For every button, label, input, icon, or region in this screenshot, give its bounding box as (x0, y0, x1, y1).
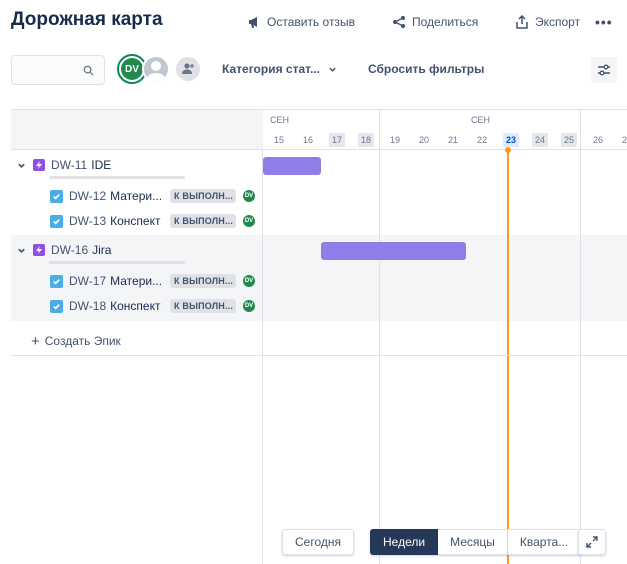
share-label: Поделиться (412, 15, 479, 29)
search-icon (83, 65, 94, 76)
issue-key[interactable]: DW-18 (69, 299, 106, 313)
feedback-button[interactable]: Оставить отзыв (247, 12, 355, 32)
person-icon (146, 61, 166, 81)
task-checkbox-icon (50, 214, 63, 228)
status-badge[interactable]: К ВЫПОЛН... (170, 189, 236, 203)
sliders-icon (598, 64, 610, 76)
export-button[interactable]: Экспорт (515, 12, 580, 32)
assignee-avatar[interactable]: DV (243, 215, 255, 227)
filter-toolbar: DV Категория стат... Сбросить фильтры (0, 50, 627, 90)
issue-summary: Конспект (110, 214, 161, 228)
issue-summary: Jira (92, 243, 112, 257)
megaphone-icon (249, 17, 257, 28)
epic-row[interactable]: DW-11 IDE (11, 156, 263, 174)
weeks-view-button[interactable]: Недели (370, 529, 439, 555)
chevron-down-icon (329, 67, 336, 72)
month-label: СЕН (471, 115, 491, 125)
search-box (11, 55, 105, 85)
months-view-button[interactable]: Месяцы (438, 529, 508, 555)
task-checkbox-icon (50, 274, 63, 288)
day-label: 18 (358, 133, 374, 147)
chevron-down-icon[interactable] (14, 246, 28, 255)
issue-list-panel: DW-11 IDE DW-12 Матери... К ВЫПОЛН... DV… (11, 110, 263, 564)
today-button[interactable]: Сегодня (282, 529, 354, 555)
issue-summary: Матери... (110, 274, 163, 288)
assignee-avatar[interactable]: DV (243, 300, 255, 312)
share-icon (393, 16, 405, 28)
feedback-label: Оставить отзыв (267, 15, 355, 29)
reset-filters-button[interactable]: Сбросить фильтры (368, 62, 484, 76)
day-label: 26 (592, 135, 603, 145)
epic-progress-bar (49, 261, 185, 264)
day-label: 25 (561, 133, 577, 147)
today-line (507, 150, 509, 564)
page-header: Дорожная карта Оставить отзыв Поделиться… (0, 0, 627, 44)
day-label: 22 (476, 135, 487, 145)
export-icon (516, 15, 528, 29)
timeline-header: СЕН СЕН 15 16 17 18 19 20 21 22 23 24 25 26 27 (263, 110, 627, 150)
day-label: 24 (532, 133, 548, 147)
quarters-view-button[interactable]: Кварта... (507, 529, 582, 555)
issue-summary: Матери... (110, 189, 163, 203)
plus-icon: + (31, 332, 40, 350)
roadmap: СЕН СЕН 15 16 17 18 19 20 21 22 23 24 25 26 27 DW-11… (11, 109, 627, 564)
issue-row[interactable]: DW-12 Матери... К ВЫПОЛН... DV (11, 187, 263, 205)
assignee-avatar[interactable]: DV (243, 190, 255, 202)
issue-row[interactable]: DW-13 Конспект К ВЫПОЛН... DV (11, 212, 263, 230)
day-label: 16 (302, 135, 313, 145)
export-label: Экспорт (535, 15, 581, 29)
add-people-button[interactable] (176, 57, 200, 81)
share-button[interactable]: Поделиться (392, 12, 478, 32)
view-switcher: Сегодня Недели Месяцы Кварта... (282, 529, 582, 555)
epic-icon (33, 244, 45, 256)
day-label: 20 (418, 135, 429, 145)
day-label: 19 (389, 135, 400, 145)
issue-summary: IDE (91, 158, 112, 172)
status-badge[interactable]: К ВЫПОЛН... (170, 214, 236, 228)
status-badge[interactable]: К ВЫПОЛН... (170, 299, 236, 313)
week-divider (580, 110, 581, 564)
issue-key[interactable]: DW-12 (69, 189, 106, 203)
epic-bar-dw-16[interactable] (321, 242, 466, 260)
issue-summary: Конспект (110, 299, 161, 313)
timeline-grid: СЕН СЕН 15 16 17 18 19 20 21 22 23 24 25 26 27 (263, 110, 627, 564)
day-label: 17 (329, 133, 345, 147)
issue-key[interactable]: DW-11 (51, 158, 87, 172)
issue-row[interactable]: DW-18 Конспект К ВЫПОЛН... DV (11, 297, 263, 315)
issue-row[interactable]: DW-17 Матери... К ВЫПОЛН... DV (11, 272, 263, 290)
day-label: 27 (621, 135, 627, 145)
create-epic-label: Создать Эпик (44, 334, 121, 348)
fullscreen-button[interactable] (578, 529, 606, 555)
epic-progress-bar (49, 176, 185, 179)
task-checkbox-icon (50, 299, 63, 313)
issue-list-header (11, 110, 263, 150)
status-badge[interactable]: К ВЫПОЛН... (170, 274, 236, 288)
status-category-filter[interactable]: Категория стат... (222, 62, 337, 76)
task-checkbox-icon (50, 189, 63, 203)
epic-row[interactable]: DW-16 Jira (11, 241, 263, 259)
search-input[interactable] (18, 62, 80, 78)
create-epic-button[interactable]: + Создать Эпик (11, 328, 263, 354)
add-person-icon (182, 63, 194, 74)
chevron-down-icon[interactable] (14, 161, 28, 170)
expand-icon (586, 536, 598, 548)
day-label: 21 (447, 135, 458, 145)
epic-icon (33, 159, 45, 171)
issue-key[interactable]: DW-16 (51, 243, 88, 257)
day-label: 15 (273, 135, 284, 145)
page-title: Дорожная карта (11, 9, 163, 30)
month-label: СЕН (270, 115, 290, 125)
divider (11, 355, 627, 356)
avatar-initials: DV (121, 58, 143, 80)
more-actions-button[interactable]: ••• (595, 12, 613, 32)
issue-key[interactable]: DW-13 (69, 214, 106, 228)
assignee-avatar[interactable]: DV (243, 275, 255, 287)
issue-key[interactable]: DW-17 (69, 274, 106, 288)
view-settings-button[interactable] (591, 57, 617, 83)
week-divider (379, 110, 380, 564)
avatar-unassigned[interactable] (142, 55, 170, 83)
epic-bar-dw-11[interactable] (263, 157, 321, 175)
day-label: 23 (503, 133, 519, 147)
status-category-label: Категория стат... (222, 62, 320, 76)
